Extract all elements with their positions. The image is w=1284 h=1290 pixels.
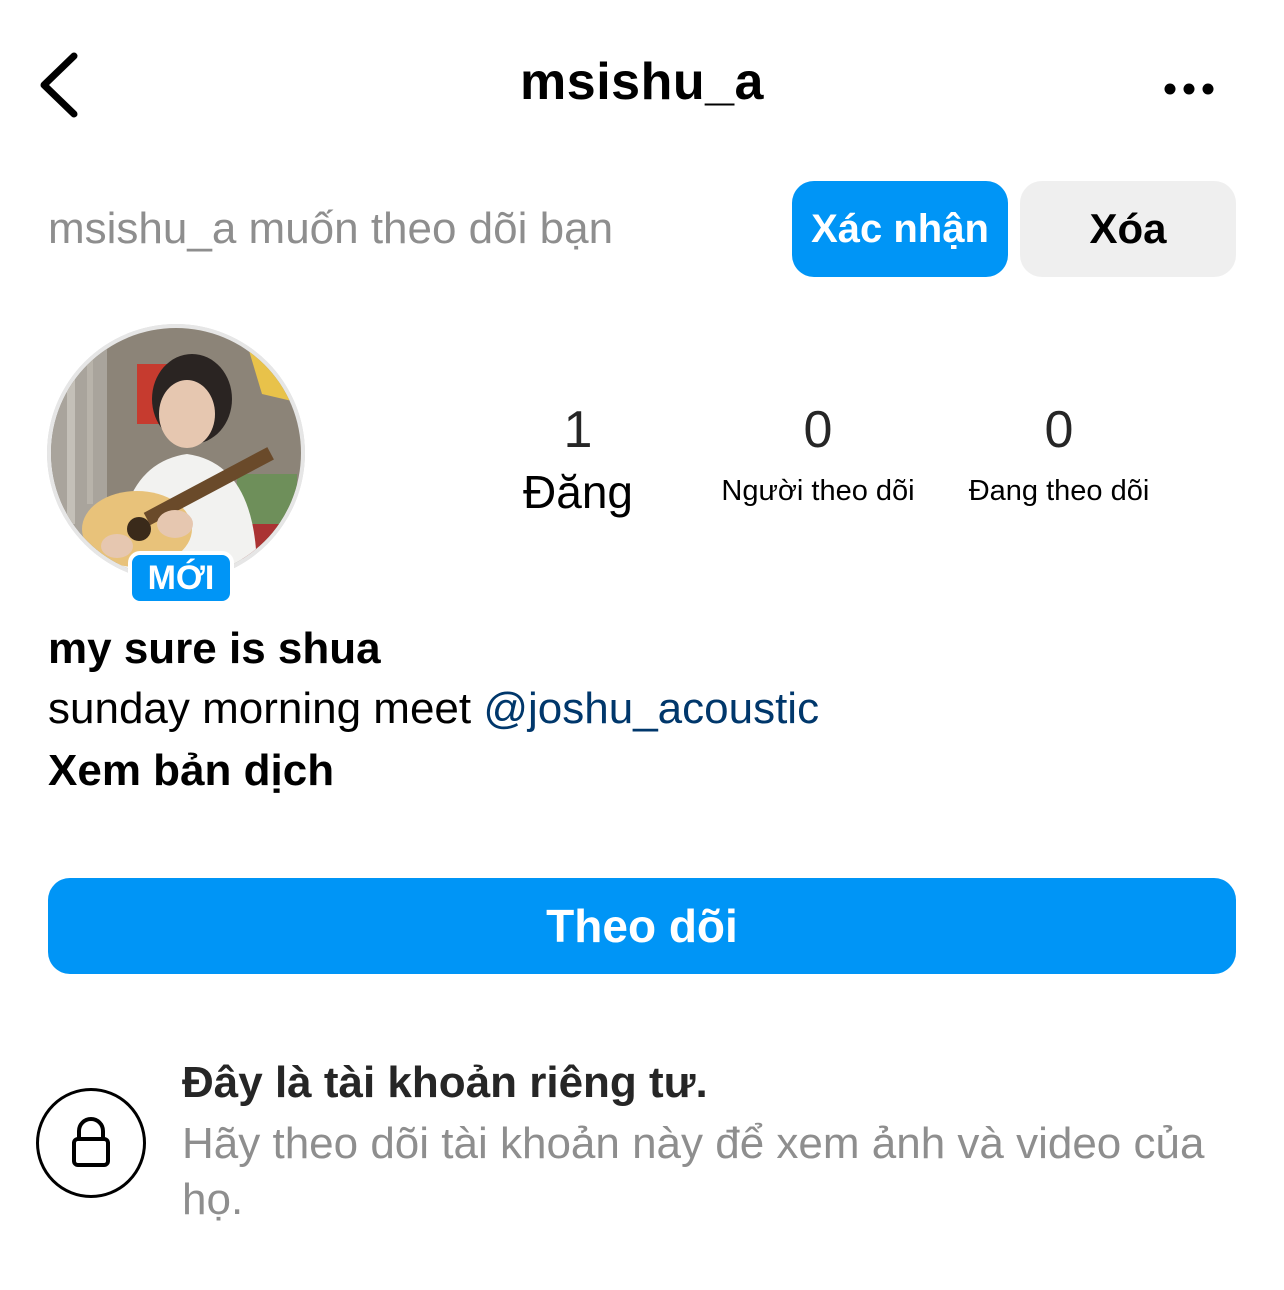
private-account-title: Đây là tài khoản riêng tư. bbox=[182, 1058, 708, 1107]
private-account-description: Hãy theo dõi tài khoản này để xem ảnh và… bbox=[182, 1119, 1205, 1224]
following-label: Đang theo dõi bbox=[968, 475, 1150, 507]
follow-button[interactable]: Theo dõi bbox=[48, 878, 1236, 974]
followers-label: Người theo dõi bbox=[721, 475, 915, 507]
avatar[interactable] bbox=[47, 324, 305, 582]
display-name: my sure is shua bbox=[48, 624, 381, 673]
posts-stat[interactable]: 1 Đăng bbox=[498, 395, 658, 519]
lock-circle bbox=[36, 1088, 146, 1198]
confirm-request-button[interactable]: Xác nhận bbox=[792, 181, 1008, 277]
posts-count: 1 bbox=[563, 401, 593, 459]
following-count: 0 bbox=[1044, 401, 1074, 459]
delete-request-button[interactable]: Xóa bbox=[1020, 181, 1236, 277]
see-translation-link[interactable]: Xem bản dịch bbox=[48, 746, 334, 796]
new-badge: MỚI bbox=[128, 551, 234, 605]
page-title: msishu_a bbox=[520, 53, 764, 111]
bio-plain-text: sunday morning meet bbox=[48, 684, 484, 733]
following-stat[interactable]: 0 Đang theo dõi bbox=[940, 395, 1178, 508]
bio-mention-link[interactable]: @joshu_acoustic bbox=[483, 684, 819, 733]
avatar-image bbox=[47, 324, 305, 582]
followers-count: 0 bbox=[803, 401, 833, 459]
posts-label: Đăng bbox=[523, 466, 633, 518]
followers-stat[interactable]: 0 Người theo dõi bbox=[698, 395, 938, 508]
bio-text: sunday morning meet @joshu_acoustic bbox=[48, 684, 819, 734]
more-options-button[interactable] bbox=[1150, 62, 1226, 116]
lock-icon bbox=[72, 1117, 110, 1167]
more-horizontal-icon bbox=[1164, 83, 1214, 95]
follow-request-text: msishu_a muốn theo dõi bạn bbox=[48, 204, 614, 253]
